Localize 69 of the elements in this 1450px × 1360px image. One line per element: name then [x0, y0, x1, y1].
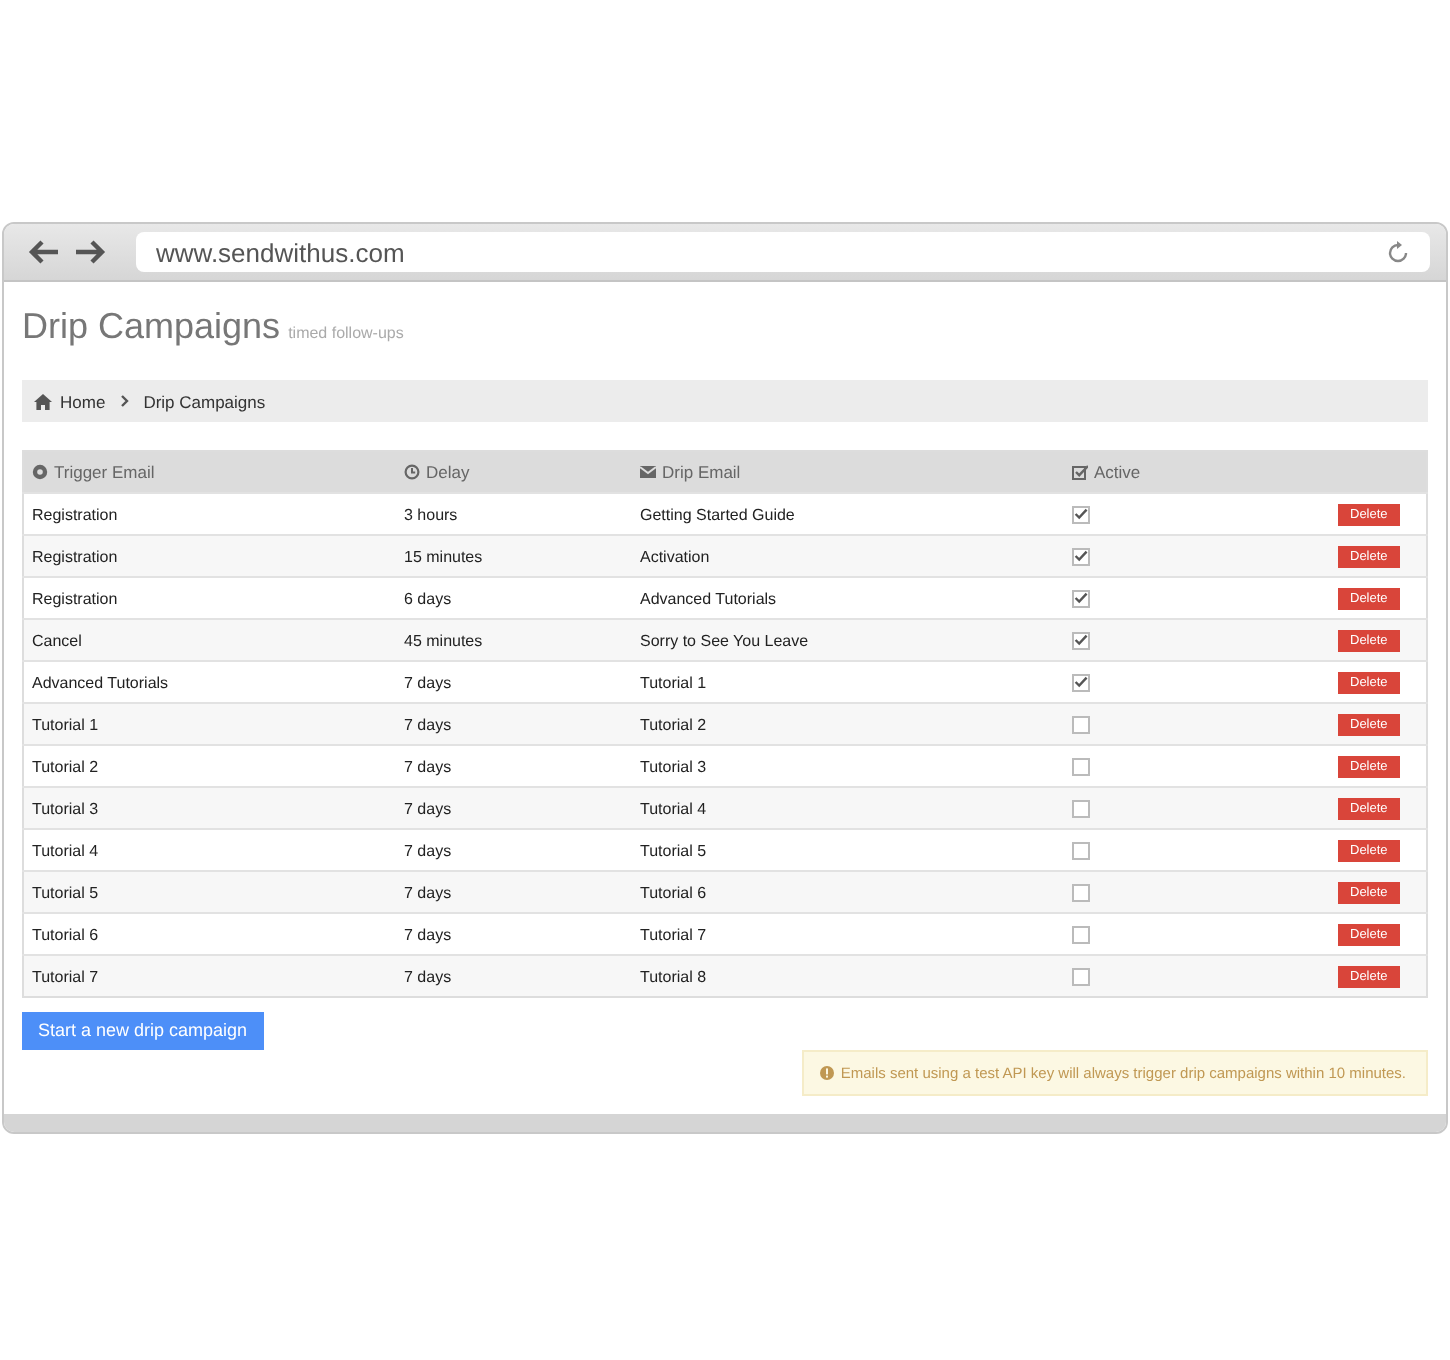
url-text: www.sendwithus.com — [156, 237, 405, 267]
checkbox[interactable] — [1072, 547, 1090, 565]
table-cell: 7 days — [404, 841, 452, 859]
table-cell: Tutorial 5 — [32, 883, 99, 901]
checkbox[interactable] — [1072, 841, 1090, 859]
checkbox[interactable] — [1072, 631, 1090, 649]
checkbox[interactable] — [1072, 589, 1090, 607]
column-header: Delay — [426, 462, 470, 482]
table-cell: Tutorial 3 — [32, 799, 99, 817]
table-cell: Advanced Tutorials — [32, 673, 169, 691]
table-cell: Tutorial 2 — [32, 757, 99, 775]
table-cell: Registration — [32, 547, 118, 565]
table-cell: 7 days — [404, 715, 452, 733]
checkbox-icon — [1072, 464, 1088, 480]
table-cell: Tutorial 6 — [640, 883, 707, 901]
table-cell: Cancel — [32, 631, 82, 649]
home-icon — [34, 393, 52, 409]
checkbox[interactable] — [1072, 715, 1090, 733]
checkbox[interactable] — [1072, 505, 1090, 523]
back-icon[interactable] — [28, 238, 60, 266]
table-cell: Tutorial 4 — [640, 799, 707, 817]
checkbox[interactable] — [1072, 799, 1090, 817]
table-cell: 3 hours — [404, 505, 458, 523]
table-cell: Sorry to See You Leave — [640, 631, 809, 649]
table-cell: 7 days — [404, 925, 452, 943]
table-cell: Tutorial 7 — [32, 967, 99, 985]
table-cell: Tutorial 1 — [640, 673, 707, 691]
checkbox[interactable] — [1072, 757, 1090, 775]
breadcrumb-link[interactable]: Home — [60, 391, 106, 411]
circle-icon — [32, 464, 48, 480]
new-campaign-button[interactable]: Start a new drip campaign — [22, 1012, 264, 1050]
page-title: Drip Campaigns — [22, 306, 281, 348]
table-cell: Advanced Tutorials — [640, 589, 777, 607]
table-cell: 7 days — [404, 799, 452, 817]
table-cell: 7 days — [404, 967, 452, 985]
checkbox[interactable] — [1072, 925, 1090, 943]
column-header: Drip Email — [662, 462, 741, 482]
page-subtitle: timed follow-ups — [288, 324, 404, 342]
checkbox[interactable] — [1072, 673, 1090, 691]
envelope-icon — [640, 464, 656, 480]
table-cell: Activation — [640, 547, 710, 565]
table-cell: Tutorial 5 — [640, 841, 707, 859]
address-field[interactable]: www.sendwithus.com — [136, 232, 1430, 272]
column-header: Active — [1094, 462, 1141, 482]
table-cell: Registration — [32, 589, 118, 607]
checkbox[interactable] — [1072, 967, 1090, 985]
table-cell: Tutorial 6 — [32, 925, 99, 943]
table-cell: 7 days — [404, 673, 452, 691]
table-cell: Tutorial 1 — [32, 715, 99, 733]
column-header: Trigger Email — [54, 462, 155, 482]
clock-icon — [404, 464, 420, 480]
table-cell: Registration — [32, 505, 118, 523]
table-cell: 45 minutes — [404, 631, 483, 649]
chevron-icon — [119, 394, 130, 408]
table-cell: 7 days — [404, 757, 452, 775]
table-cell: 6 days — [404, 589, 452, 607]
reload-icon[interactable] — [1386, 240, 1410, 264]
info-icon — [820, 1066, 835, 1080]
table-cell: Tutorial 7 — [640, 925, 707, 943]
table-cell: 15 minutes — [404, 547, 483, 565]
breadcrumb-link[interactable]: Drip Campaigns — [143, 391, 266, 411]
table-cell: Tutorial 8 — [640, 967, 707, 985]
checkbox[interactable] — [1072, 883, 1090, 901]
table-cell: 7 days — [404, 883, 452, 901]
table-cell: Tutorial 3 — [640, 757, 707, 775]
table-cell: Tutorial 4 — [32, 841, 99, 859]
forward-icon[interactable] — [74, 238, 106, 266]
table-cell: Tutorial 2 — [640, 715, 707, 733]
table-cell: Getting Started Guide — [640, 505, 795, 523]
